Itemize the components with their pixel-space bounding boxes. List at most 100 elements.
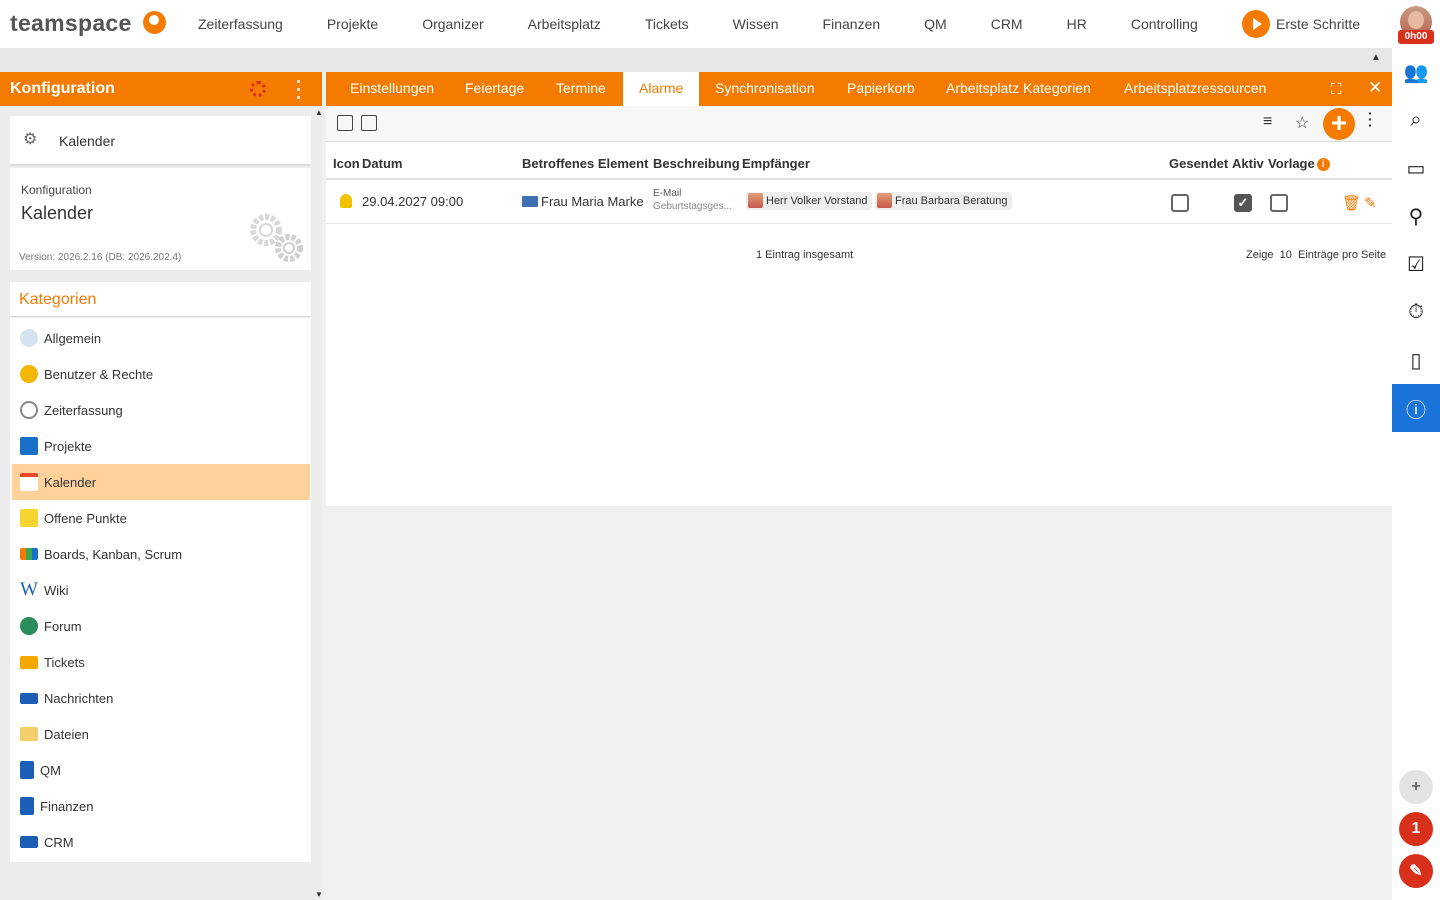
module-info-card: Konfiguration Kalender Version: 2026.2.1… (10, 168, 311, 270)
col-empfaenger[interactable]: Empfänger (742, 156, 810, 171)
qm-icon (20, 761, 34, 779)
stopwatch-icon (20, 401, 38, 419)
timer-icon[interactable]: ⏱ (1392, 288, 1440, 336)
tasks-icon[interactable]: ☑ (1392, 240, 1440, 288)
nav-controlling[interactable]: Controlling (1109, 16, 1220, 32)
close-icon[interactable]: ✕ (1368, 78, 1382, 98)
grid-view-icon[interactable] (361, 115, 377, 131)
users-icon (20, 365, 38, 383)
category-projekte[interactable]: Projekte (12, 428, 310, 464)
delete-icon[interactable]: 🗑 (1342, 194, 1361, 212)
category-forum[interactable]: Forum (12, 608, 310, 644)
pin-icon[interactable]: ⚲ (1392, 192, 1440, 240)
more-menu-icon[interactable]: · · · (296, 73, 302, 107)
col-icon[interactable]: Icon (333, 156, 360, 171)
contacts-icon[interactable]: 👥 (1392, 48, 1440, 96)
globe-icon (20, 617, 38, 635)
category-nachrichten[interactable]: Nachrichten (12, 680, 310, 716)
category-allgemein[interactable]: Allgemein (12, 320, 310, 356)
nav-finanzen[interactable]: Finanzen (801, 16, 903, 32)
col-gesendet[interactable]: Gesendet (1169, 156, 1228, 171)
folder-icon (20, 437, 38, 455)
recipient-chip[interactable]: Herr Volker Vorstand (746, 192, 872, 210)
scroll-up-icon[interactable]: ▲ (315, 108, 323, 117)
category-wiki[interactable]: W Wiki (12, 572, 310, 608)
list-toolbar: ≡ ☆ + · · · (326, 106, 1392, 142)
nav-tickets[interactable]: Tickets (623, 16, 711, 32)
wrench-icon[interactable]: ✎ (1399, 854, 1433, 888)
erste-schritte-button[interactable]: Erste Schritte (1242, 10, 1360, 38)
tab-synchronisation[interactable]: Synchronisation (699, 72, 831, 106)
add-circle-icon[interactable]: + (1399, 770, 1433, 804)
filter-icon[interactable]: ≡ (1263, 113, 1272, 131)
col-datum[interactable]: Datum (362, 156, 402, 171)
category-dateien[interactable]: Dateien (12, 716, 310, 752)
collapse-up-icon[interactable]: ▲ (1371, 52, 1381, 63)
more-options-icon[interactable]: · · · (1368, 106, 1373, 132)
page-size-select[interactable]: 10 (1280, 249, 1292, 261)
star-icon[interactable]: ☆ (1295, 113, 1309, 133)
calendar-icon (20, 473, 38, 491)
category-qm[interactable]: QM (12, 752, 310, 788)
nav-arbeitsplatz[interactable]: Arbeitsplatz (506, 16, 623, 32)
module-selector[interactable]: ⚙ Kalender (10, 116, 311, 166)
top-navigation: Zeiterfassung Projekte Organizer Arbeits… (176, 0, 1220, 48)
vorlage-checkbox[interactable] (1270, 194, 1288, 212)
nav-wissen[interactable]: Wissen (711, 16, 801, 32)
category-benutzer-rechte[interactable]: Benutzer & Rechte (12, 356, 310, 392)
app-logo[interactable]: teamspace (10, 10, 132, 37)
category-kalender[interactable]: Kalender (12, 464, 310, 500)
mobile-icon[interactable]: ▯ (1392, 336, 1440, 384)
nav-crm[interactable]: CRM (969, 16, 1045, 32)
category-crm[interactable]: CRM (12, 824, 310, 860)
nav-zeiterfassung[interactable]: Zeiterfassung (176, 16, 305, 32)
tab-arbeitsplatz-kategorien[interactable]: Arbeitsplatz Kategorien (930, 72, 1107, 106)
col-aktiv[interactable]: Aktiv (1232, 156, 1264, 171)
tab-feiertage[interactable]: Feiertage (449, 72, 540, 106)
left-scrollbar[interactable]: ▲ ▼ (314, 106, 323, 900)
list-view-icon[interactable] (337, 115, 353, 131)
tab-termine[interactable]: Termine (540, 72, 622, 106)
category-finanzen[interactable]: Finanzen (12, 788, 310, 824)
category-boards[interactable]: Boards, Kanban, Scrum (12, 536, 310, 572)
info-icon[interactable]: ⓘ (1392, 384, 1440, 432)
settings-gear-icon[interactable] (250, 81, 266, 97)
nav-organizer[interactable]: Organizer (400, 16, 505, 32)
nav-projekte[interactable]: Projekte (305, 16, 400, 32)
notification-count[interactable]: 1 (1399, 812, 1433, 846)
col-beschreibung[interactable]: Beschreibung (653, 156, 740, 171)
category-zeiterfassung[interactable]: Zeiterfassung (12, 392, 310, 428)
category-tickets[interactable]: Tickets (12, 644, 310, 680)
categories-list: Allgemein Benutzer & Rechte Zeiterfassun… (10, 318, 311, 862)
row-element[interactable]: Frau Maria Marke (522, 194, 644, 209)
col-vorlage[interactable]: Vorlage i (1268, 156, 1330, 171)
recipient-chip[interactable]: Frau Barbara Beratung (875, 192, 1012, 210)
right-sidebar: 👥 ⌕ ▭ ⚲ ☑ ⏱ ▯ ⓘ + 1 ✎ (1392, 48, 1440, 900)
edit-icon[interactable]: ✎ (1364, 194, 1377, 212)
euro-icon (20, 797, 34, 815)
info-icon[interactable]: i (1316, 158, 1330, 171)
note-icon (20, 509, 38, 527)
nav-hr[interactable]: HR (1045, 16, 1109, 32)
category-offene-punkte[interactable]: Offene Punkte (12, 500, 310, 536)
col-betroffenes-element[interactable]: Betroffenes Element (522, 156, 648, 171)
gears-decoration-icon (250, 214, 303, 262)
tab-arbeitsplatzressourcen[interactable]: Arbeitsplatzressourcen (1108, 72, 1282, 106)
tab-alarme[interactable]: Alarme (623, 72, 700, 106)
scroll-down-icon[interactable]: ▼ (315, 890, 323, 899)
table-row[interactable]: 29.04.2027 09:00 Frau Maria Marke E-Mail… (326, 182, 1392, 224)
aktiv-checkbox[interactable]: ✓ (1234, 194, 1252, 212)
gesendet-checkbox[interactable] (1171, 194, 1189, 212)
add-alarm-button[interactable]: + (1323, 108, 1355, 140)
logo-mark-icon (143, 11, 166, 34)
tab-einstellungen[interactable]: Einstellungen (334, 72, 450, 106)
search-icon[interactable]: ⌕ (1392, 96, 1440, 144)
fullscreen-icon[interactable]: ⛶ (1331, 81, 1342, 98)
bell-icon (340, 194, 352, 208)
inbox-icon[interactable]: ▭ (1392, 144, 1440, 192)
tab-papierkorb[interactable]: Papierkorb (831, 72, 931, 106)
nav-qm[interactable]: QM (902, 16, 969, 32)
info-name: Kalender (21, 203, 94, 223)
alarm-table: Icon Datum Betroffenes Element Beschreib… (326, 142, 1392, 506)
row-datum: 29.04.2027 09:00 (362, 194, 464, 209)
